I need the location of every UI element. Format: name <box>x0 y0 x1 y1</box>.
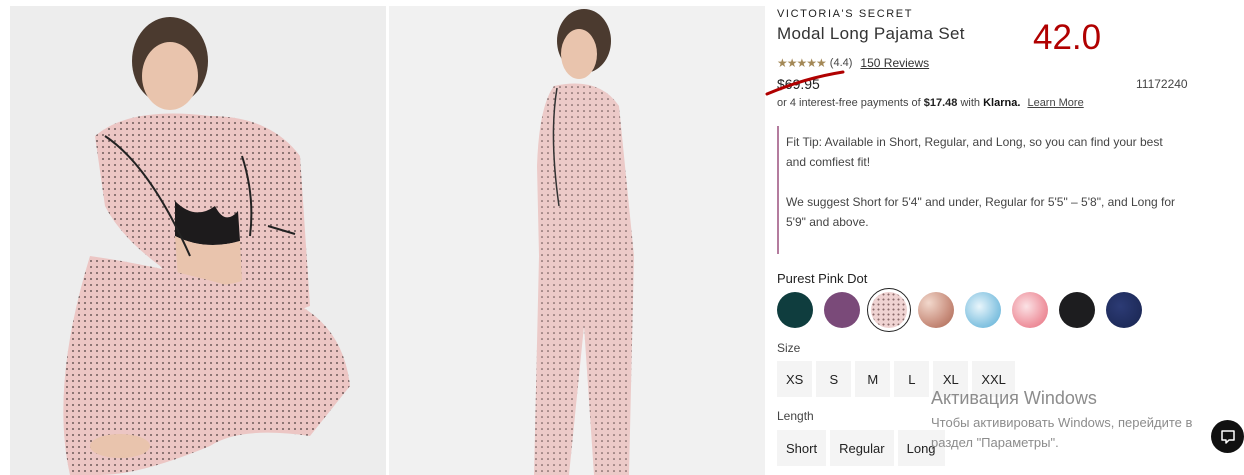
klarna-logo: Klarna. <box>983 97 1021 109</box>
swatch-sky-tie-dye[interactable] <box>965 292 1001 328</box>
klarna-financing: or 4 interest-free payments of $17.48 wi… <box>777 97 1084 109</box>
brand-name: VICTORIA'S SECRET <box>777 8 914 20</box>
selected-color-name: Purest Pink Dot <box>777 271 868 286</box>
size-options: XS S M L XL XXL <box>777 361 1015 397</box>
size-m-button[interactable]: M <box>855 361 891 397</box>
swatch-navy[interactable] <box>1106 292 1142 328</box>
sku-number: 11172240 <box>1136 77 1188 91</box>
chat-button[interactable] <box>1211 420 1244 453</box>
product-title: Modal Long Pajama Set <box>777 24 965 43</box>
size-s-button[interactable]: S <box>816 361 852 397</box>
length-short-button[interactable]: Short <box>777 430 827 466</box>
learn-more-link[interactable]: Learn More <box>1027 97 1083 109</box>
swatch-rust-print[interactable] <box>918 292 954 328</box>
fit-tip-box: Fit Tip: Available in Short, Regular, an… <box>777 126 1177 254</box>
size-label: Size <box>777 341 801 355</box>
color-swatches <box>777 288 1142 332</box>
length-label: Length <box>777 409 814 423</box>
klarna-with: with <box>960 97 981 109</box>
fit-suggestion-text: We suggest Short for 5'4" and under, Reg… <box>786 195 1176 229</box>
fit-tip-text: Fit Tip: Available in Short, Regular, an… <box>786 135 1163 169</box>
size-xs-button[interactable]: XS <box>777 361 813 397</box>
reviews-link[interactable]: 150 Reviews <box>860 56 929 70</box>
size-xl-button[interactable]: XL <box>933 361 969 397</box>
length-long-button[interactable]: Long <box>897 430 945 466</box>
product-image-sitting[interactable] <box>10 6 386 475</box>
length-regular-button[interactable]: Regular <box>830 430 894 466</box>
swatch-pink-tie-dye[interactable] <box>1012 292 1048 328</box>
product-image-standing[interactable] <box>389 6 765 475</box>
product-photo-2 <box>389 6 765 475</box>
chat-bubble-icon <box>1220 429 1235 444</box>
size-xxl-button[interactable]: XXL <box>972 361 1015 397</box>
swatch-pink-dot[interactable] <box>867 288 911 332</box>
size-l-button[interactable]: L <box>894 361 930 397</box>
annotation-number: 42.0 <box>1033 18 1102 57</box>
klarna-prefix: or 4 interest-free payments of <box>777 97 921 109</box>
swatch-black[interactable] <box>1059 292 1095 328</box>
product-details-panel: VICTORIA'S SECRET Modal Long Pajama Set … <box>765 0 1244 475</box>
product-photo-1 <box>10 6 386 475</box>
price-strike-mark <box>765 70 845 96</box>
klarna-amount: $17.48 <box>923 97 958 109</box>
swatch-plum[interactable] <box>824 292 860 328</box>
swatch-dark-teal[interactable] <box>777 292 813 328</box>
length-options: Short Regular Long <box>777 430 945 466</box>
